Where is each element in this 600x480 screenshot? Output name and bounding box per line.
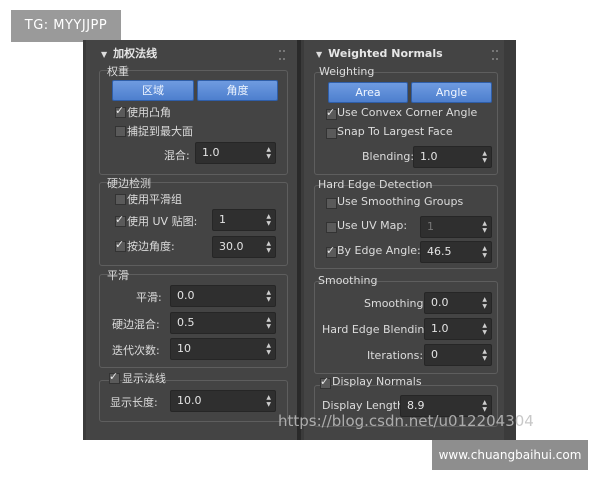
right-smooth-value: 0.0: [431, 296, 449, 309]
right-uv-spinner[interactable]: 1 ▲ ▼: [420, 216, 492, 238]
right-length-label: Display Length:: [322, 399, 408, 412]
left-iter-label: 迭代次数:: [112, 344, 160, 357]
left-length-label: 显示长度:: [110, 396, 158, 409]
spinner-arrows-icon[interactable]: ▲ ▼: [482, 296, 487, 310]
right-snap-largest-checkbox[interactable]: [326, 128, 337, 139]
left-blending-value: 1.0: [202, 146, 220, 159]
spinner-arrows-icon[interactable]: ▲ ▼: [266, 146, 271, 160]
left-smooth-value: 0.0: [177, 289, 195, 302]
left-rollout-title: 加权法线: [113, 47, 158, 60]
right-hard-blend-value: 1.0: [431, 322, 449, 335]
left-hard-blend-spinner[interactable]: 0.5 ▲ ▼: [170, 312, 276, 334]
right-use-convex-checkbox[interactable]: [326, 106, 337, 120]
right-display-checkbox[interactable]: [320, 375, 331, 389]
collapse-triangle-icon: ▼: [316, 50, 323, 59]
right-weighting-title: Weighting: [319, 65, 375, 78]
left-area-button[interactable]: 区域: [112, 80, 194, 101]
left-angle-value: 30.0: [219, 240, 244, 253]
left-iter-spinner[interactable]: 10 ▲ ▼: [170, 338, 276, 360]
right-by-angle-label: By Edge Angle:: [337, 244, 421, 257]
right-rollout-title: Weighted Normals: [328, 47, 443, 60]
left-display-checkbox[interactable]: [109, 370, 120, 384]
left-angle-spinner[interactable]: 30.0 ▲ ▼: [212, 236, 276, 258]
right-use-uv-checkbox[interactable]: [326, 222, 337, 233]
grip-icon: [492, 50, 498, 60]
left-rollout-header[interactable]: ▼ 加权法线: [101, 44, 157, 64]
watermark-tag: TG: MYYJJPP: [11, 10, 121, 42]
right-hard-blend-label: Hard Edge Blending:: [322, 323, 436, 336]
right-hard-edge-title: Hard Edge Detection: [318, 178, 433, 191]
left-blending-label: 混合:: [164, 149, 190, 162]
spinner-arrows-icon[interactable]: ▲ ▼: [482, 220, 487, 234]
left-blending-spinner[interactable]: 1.0 ▲ ▼: [195, 142, 276, 164]
left-by-angle-label: 按边角度:: [127, 240, 175, 253]
spinner-arrows-icon[interactable]: ▲ ▼: [482, 150, 487, 164]
right-rollout-panel: ▼ Weighted Normals Weighting Area Angle U…: [304, 40, 504, 440]
left-rollout-panel: ▼ 加权法线 权重 区域 角度 使用凸角 捕捉到最大面 混合: 1.0 ▲▼ 硬边…: [86, 40, 298, 440]
left-length-value: 10.0: [177, 394, 202, 407]
right-blending-value: 1.0: [420, 150, 438, 163]
right-use-convex-label: Use Convex Corner Angle: [337, 106, 478, 119]
left-uv-value: 1: [219, 213, 226, 226]
right-by-angle-checkbox[interactable]: [326, 244, 337, 258]
left-weighting-title: 权重: [107, 65, 129, 78]
left-uv-spinner[interactable]: 1 ▲ ▼: [212, 209, 276, 231]
left-iter-value: 10: [177, 342, 191, 355]
right-smooth-spinner[interactable]: 0.0 ▲ ▼: [424, 292, 492, 314]
right-iter-spinner[interactable]: 0 ▲ ▼: [424, 344, 492, 366]
spinner-arrows-icon[interactable]: ▲ ▼: [482, 245, 487, 259]
spinner-arrows-icon[interactable]: ▲ ▼: [482, 348, 487, 362]
left-use-convex-checkbox[interactable]: [115, 104, 126, 118]
right-iter-label: Iterations:: [367, 349, 424, 362]
left-by-angle-checkbox[interactable]: [115, 238, 126, 252]
left-snap-largest-checkbox[interactable]: [115, 126, 126, 137]
left-hard-blend-label: 硬边混合:: [112, 318, 160, 331]
right-use-smoothing-checkbox[interactable]: [326, 198, 337, 209]
left-hard-edge-title: 硬边检测: [107, 177, 151, 190]
right-angle-spinner[interactable]: 46.5 ▲ ▼: [420, 241, 492, 263]
right-blending-label: Blending:: [362, 150, 415, 163]
right-snap-largest-label: Snap To Largest Face: [337, 125, 453, 138]
left-length-spinner[interactable]: 10.0 ▲ ▼: [170, 390, 276, 412]
right-hard-blend-spinner[interactable]: 1.0 ▲ ▼: [424, 318, 492, 340]
left-display-title: 显示法线: [122, 372, 166, 385]
spinner-arrows-icon[interactable]: ▲ ▼: [266, 394, 271, 408]
watermark-site: www.chuangbaihui.com: [432, 440, 588, 470]
spinner-arrows-icon[interactable]: ▲ ▼: [266, 342, 271, 356]
right-smoothing-title: Smoothing: [318, 274, 378, 287]
right-uv-value: 1: [427, 220, 434, 233]
spinner-arrows-icon[interactable]: ▲ ▼: [266, 289, 271, 303]
spinner-arrows-icon[interactable]: ▲ ▼: [266, 213, 271, 227]
right-smooth-label: Smoothing:: [364, 297, 428, 310]
left-smoothing-title: 平滑: [107, 269, 129, 282]
left-hard-blend-value: 0.5: [177, 316, 195, 329]
left-snap-largest-label: 捕捉到最大面: [127, 125, 193, 138]
right-use-uv-label: Use UV Map:: [337, 219, 408, 232]
left-use-uv-checkbox[interactable]: [115, 213, 126, 227]
left-angle-button[interactable]: 角度: [197, 80, 278, 101]
right-area-button[interactable]: Area: [328, 82, 408, 103]
spinner-arrows-icon[interactable]: ▲ ▼: [482, 322, 487, 336]
right-angle-value: 46.5: [427, 245, 452, 258]
left-use-uv-label: 使用 UV 贴图:: [127, 215, 198, 228]
left-use-smoothing-checkbox[interactable]: [115, 194, 126, 205]
right-blending-spinner[interactable]: 1.0 ▲ ▼: [413, 146, 492, 168]
left-use-convex-label: 使用凸角: [127, 106, 171, 119]
left-smooth-spinner[interactable]: 0.0 ▲ ▼: [170, 285, 276, 307]
right-angle-button[interactable]: Angle: [411, 82, 492, 103]
watermark-url: https://blog.csdn.net/u012204304: [278, 412, 534, 430]
collapse-triangle-icon: ▼: [101, 50, 108, 59]
right-rollout-header[interactable]: ▼ Weighted Normals: [316, 44, 443, 64]
spinner-arrows-icon[interactable]: ▲ ▼: [482, 399, 487, 413]
left-use-smoothing-label: 使用平滑组: [127, 193, 182, 206]
spinner-arrows-icon[interactable]: ▲ ▼: [266, 240, 271, 254]
right-iter-value: 0: [431, 348, 438, 361]
spinner-arrows-icon[interactable]: ▲ ▼: [266, 316, 271, 330]
right-use-smoothing-label: Use Smoothing Groups: [337, 195, 464, 208]
left-smooth-label: 平滑:: [136, 291, 162, 304]
grip-icon: [279, 50, 285, 60]
panel-divider: [297, 40, 301, 440]
right-display-title: Display Normals: [332, 375, 422, 388]
